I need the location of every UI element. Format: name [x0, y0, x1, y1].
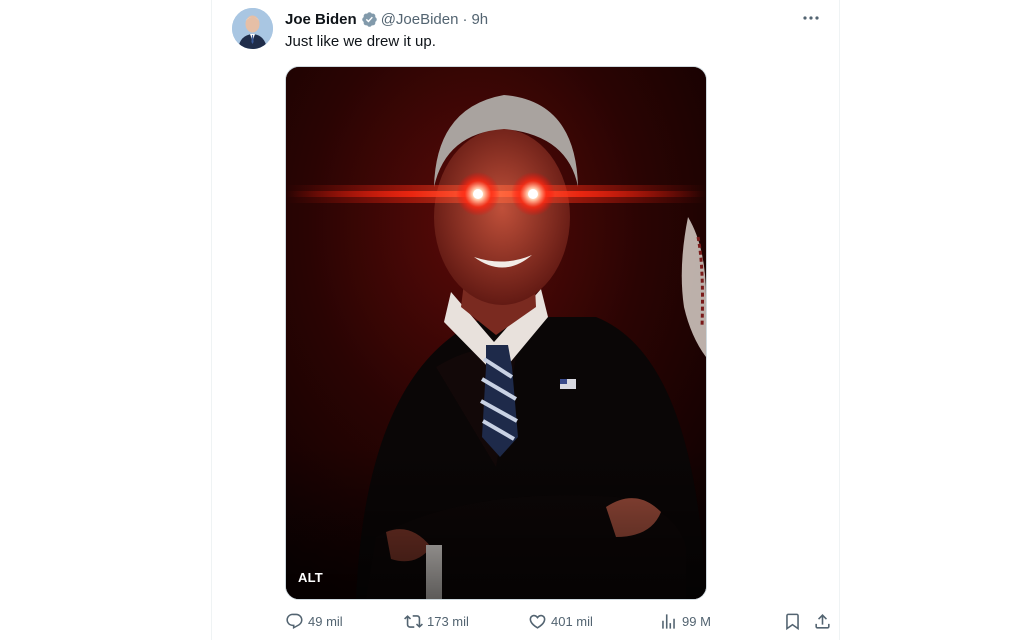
share-button[interactable] [813, 612, 832, 631]
display-name[interactable]: Joe Biden [285, 11, 357, 28]
reply-icon [286, 613, 303, 630]
tweet-header: Joe Biden @JoeBiden · 9h [285, 9, 488, 29]
views-icon [662, 614, 675, 629]
views-button[interactable]: 99 M [659, 612, 711, 631]
share-icon [815, 614, 830, 629]
avatar[interactable] [232, 8, 273, 49]
bookmark-button[interactable] [783, 612, 802, 631]
tweet-media-image[interactable]: ALT [285, 66, 707, 600]
media-photo [286, 67, 706, 599]
verified-badge-icon [361, 11, 377, 27]
alt-text-badge[interactable]: ALT [298, 570, 323, 585]
bookmark-icon [786, 613, 799, 631]
more-icon[interactable] [801, 10, 821, 26]
user-handle[interactable]: @JoeBiden [381, 11, 459, 28]
repost-button[interactable]: 173 mil [404, 612, 469, 631]
reply-button[interactable]: 49 mil [285, 612, 343, 631]
tweet-text: Just like we drew it up. [285, 33, 436, 50]
repost-icon [404, 615, 423, 628]
view-count: 99 M [682, 614, 711, 629]
tweet-card[interactable]: Joe Biden @JoeBiden · 9h Just like we dr… [211, 0, 840, 640]
tweet-actions: 49 mil 173 mil 401 mil 99 M [285, 612, 830, 632]
reply-count: 49 mil [308, 614, 343, 629]
like-button[interactable]: 401 mil [528, 612, 593, 631]
like-icon [529, 614, 546, 629]
timestamp[interactable]: 9h [471, 11, 488, 28]
separator-dot: · [462, 10, 468, 28]
like-count: 401 mil [551, 614, 593, 629]
repost-count: 173 mil [427, 614, 469, 629]
